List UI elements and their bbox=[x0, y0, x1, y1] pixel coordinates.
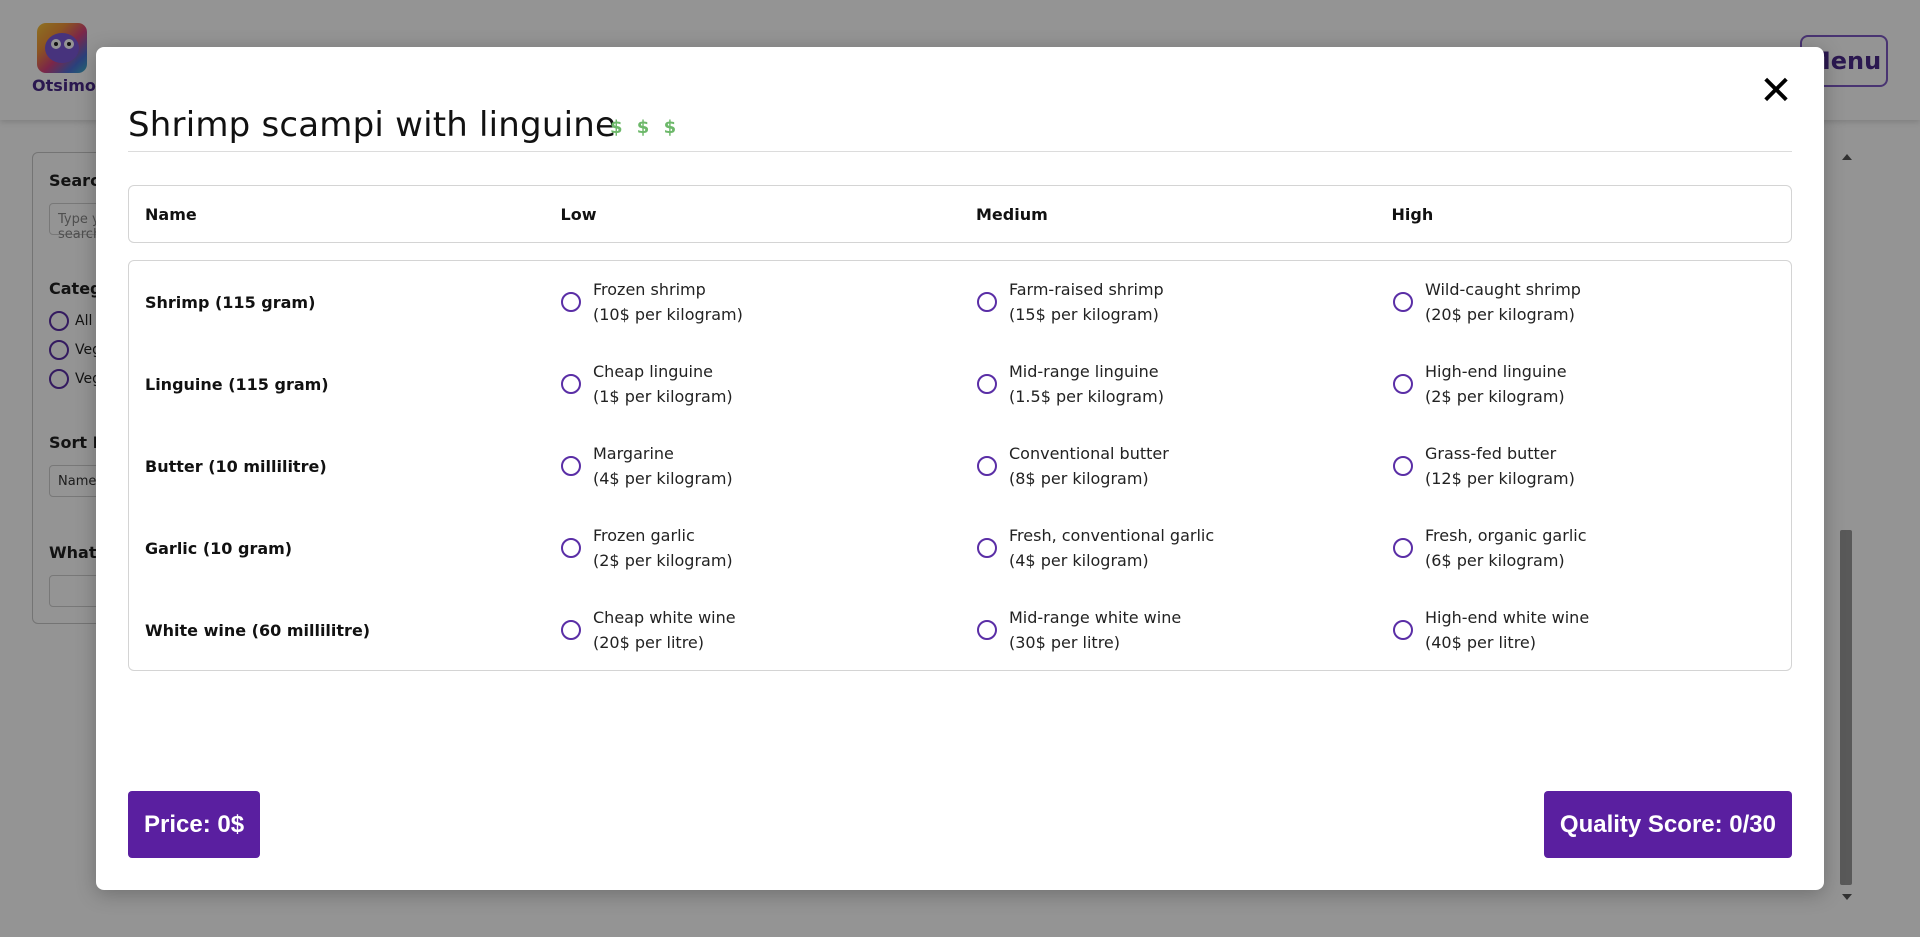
option-price: (40$ per litre) bbox=[1425, 633, 1537, 652]
radio-icon[interactable] bbox=[1393, 538, 1413, 558]
ingredient-name: Butter (10 millilitre) bbox=[145, 456, 327, 476]
column-header-high: High bbox=[1391, 204, 1434, 224]
option-price: (2$ per kilogram) bbox=[593, 551, 733, 570]
close-icon[interactable]: ✕ bbox=[1756, 71, 1796, 111]
option-low[interactable]: Cheap white wine (20$ per litre) bbox=[545, 605, 961, 655]
option-high[interactable]: Grass-fed butter (12$ per kilogram) bbox=[1377, 441, 1793, 491]
radio-icon[interactable] bbox=[561, 374, 581, 394]
price-tier-badge: $ $ $ bbox=[610, 117, 681, 138]
option-label: Cheap white wine bbox=[593, 608, 736, 627]
option-label: Mid-range white wine bbox=[1009, 608, 1182, 627]
radio-icon[interactable] bbox=[977, 620, 997, 640]
table-row: Linguine (115 gram) Cheap linguine (1$ pe… bbox=[129, 343, 1793, 425]
option-low[interactable]: Margarine (4$ per kilogram) bbox=[545, 441, 961, 491]
option-label: Grass-fed butter bbox=[1425, 444, 1557, 463]
radio-icon[interactable] bbox=[977, 374, 997, 394]
option-high[interactable]: Fresh, organic garlic (6$ per kilogram) bbox=[1377, 523, 1793, 573]
option-label: Margarine bbox=[593, 444, 674, 463]
ingredients-table-header: Name Low Medium High bbox=[128, 185, 1792, 243]
radio-icon[interactable] bbox=[1393, 620, 1413, 640]
option-label: Fresh, organic garlic bbox=[1425, 526, 1587, 545]
option-label: Wild-caught shrimp bbox=[1425, 280, 1581, 299]
title-divider bbox=[128, 151, 1792, 152]
recipe-modal: ✕ Shrimp scampi with linguine $ $ $ Name… bbox=[96, 47, 1824, 890]
radio-icon[interactable] bbox=[561, 456, 581, 476]
option-high[interactable]: High-end linguine (2$ per kilogram) bbox=[1377, 359, 1793, 409]
ingredient-name: Garlic (10 gram) bbox=[145, 538, 293, 558]
option-price: (4$ per kilogram) bbox=[593, 469, 733, 488]
ingredient-name: White wine (60 millilitre) bbox=[145, 620, 371, 640]
option-medium[interactable]: Conventional butter (8$ per kilogram) bbox=[961, 441, 1377, 491]
option-label: Frozen garlic bbox=[593, 526, 695, 545]
modal-title: Shrimp scampi with linguine bbox=[128, 105, 617, 145]
table-row: White wine (60 millilitre) Cheap white w… bbox=[129, 589, 1793, 671]
column-header-low: Low bbox=[560, 204, 597, 224]
option-price: (30$ per litre) bbox=[1009, 633, 1121, 652]
radio-icon[interactable] bbox=[1393, 456, 1413, 476]
option-price: (8$ per kilogram) bbox=[1009, 469, 1149, 488]
radio-icon[interactable] bbox=[1393, 374, 1413, 394]
radio-icon[interactable] bbox=[1393, 292, 1413, 312]
option-price: (20$ per kilogram) bbox=[1425, 305, 1575, 324]
radio-icon[interactable] bbox=[561, 620, 581, 640]
option-medium[interactable]: Mid-range linguine (1.5$ per kilogram) bbox=[961, 359, 1377, 409]
radio-icon[interactable] bbox=[561, 538, 581, 558]
option-medium[interactable]: Farm-raised shrimp (15$ per kilogram) bbox=[961, 277, 1377, 327]
option-label: Fresh, conventional garlic bbox=[1009, 526, 1215, 545]
price-display-button[interactable]: Price: 0$ bbox=[128, 791, 261, 858]
quality-score-button[interactable]: Quality Score: 0/30 bbox=[1543, 791, 1792, 858]
column-header-medium: Medium bbox=[976, 204, 1048, 224]
option-price: (1.5$ per kilogram) bbox=[1009, 387, 1164, 406]
table-row: Shrimp (115 gram) Frozen shrimp (10$ per … bbox=[129, 261, 1793, 343]
option-price: (1$ per kilogram) bbox=[593, 387, 733, 406]
radio-icon[interactable] bbox=[977, 456, 997, 476]
option-price: (6$ per kilogram) bbox=[1425, 551, 1565, 570]
option-price: (12$ per kilogram) bbox=[1425, 469, 1575, 488]
option-label: Conventional butter bbox=[1009, 444, 1169, 463]
option-price: (4$ per kilogram) bbox=[1009, 551, 1149, 570]
option-medium[interactable]: Mid-range white wine (30$ per litre) bbox=[961, 605, 1377, 655]
table-row: Butter (10 millilitre) Margarine (4$ per … bbox=[129, 425, 1793, 507]
option-medium[interactable]: Fresh, conventional garlic (4$ per kilogr… bbox=[961, 523, 1377, 573]
option-high[interactable]: Wild-caught shrimp (20$ per kilogram) bbox=[1377, 277, 1793, 327]
option-label: Farm-raised shrimp bbox=[1009, 280, 1164, 299]
ingredient-name: Linguine (115 gram) bbox=[145, 374, 329, 394]
option-label: High-end linguine bbox=[1425, 362, 1567, 381]
ingredients-table-body: Shrimp (115 gram) Frozen shrimp (10$ per … bbox=[128, 260, 1792, 671]
option-label: Frozen shrimp bbox=[593, 280, 706, 299]
option-price: (15$ per kilogram) bbox=[1009, 305, 1159, 324]
radio-icon[interactable] bbox=[977, 292, 997, 312]
option-label: High-end white wine bbox=[1425, 608, 1590, 627]
option-low[interactable]: Frozen garlic (2$ per kilogram) bbox=[545, 523, 961, 573]
option-price: (20$ per litre) bbox=[593, 633, 705, 652]
option-label: Mid-range linguine bbox=[1009, 362, 1159, 381]
radio-icon[interactable] bbox=[977, 538, 997, 558]
ingredient-name: Shrimp (115 gram) bbox=[145, 292, 316, 312]
option-price: (2$ per kilogram) bbox=[1425, 387, 1565, 406]
radio-icon[interactable] bbox=[561, 292, 581, 312]
option-high[interactable]: High-end white wine (40$ per litre) bbox=[1377, 605, 1793, 655]
option-low[interactable]: Frozen shrimp (10$ per kilogram) bbox=[545, 277, 961, 327]
table-row: Garlic (10 gram) Frozen garlic (2$ per ki… bbox=[129, 507, 1793, 589]
option-low[interactable]: Cheap linguine (1$ per kilogram) bbox=[545, 359, 961, 409]
column-header-name: Name bbox=[145, 204, 197, 224]
option-price: (10$ per kilogram) bbox=[593, 305, 743, 324]
option-label: Cheap linguine bbox=[593, 362, 713, 381]
